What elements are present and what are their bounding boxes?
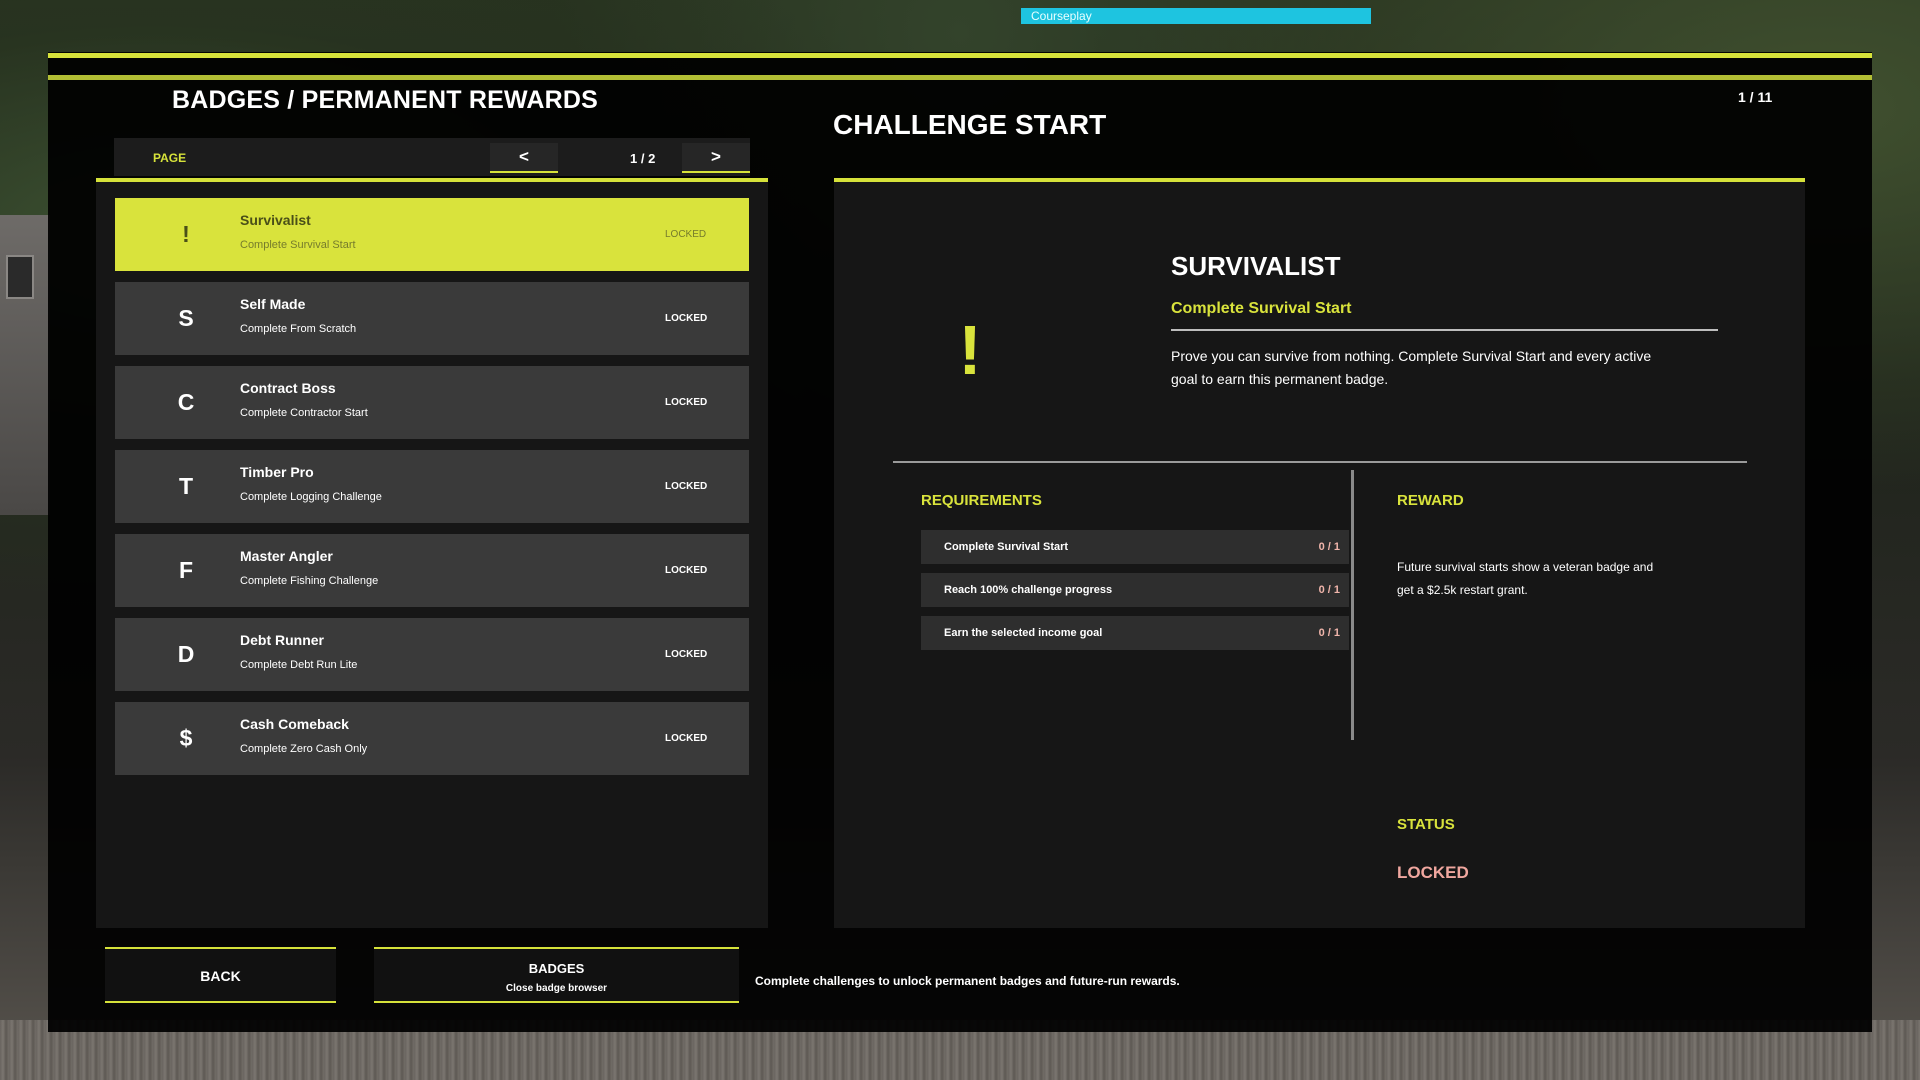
- badge-subtitle: Complete Fishing Challenge: [240, 575, 379, 587]
- badge-name: Contract Boss: [240, 380, 336, 396]
- badge-subtitle: Complete Logging Challenge: [240, 491, 382, 503]
- badge-state: LOCKED: [665, 649, 708, 660]
- detail-subtitle: Complete Survival Start: [1171, 300, 1352, 317]
- badge-name: Self Made: [240, 296, 306, 312]
- back-button-label: BACK: [200, 968, 241, 984]
- page-counter: 1 / 11: [1738, 89, 1773, 105]
- column-divider: [1351, 470, 1354, 740]
- badge-letter-icon: C: [177, 389, 195, 415]
- footer-hint: Complete challenges to unlock permanent …: [755, 974, 1180, 988]
- badge-letter-icon: D: [177, 641, 195, 667]
- badges-button[interactable]: BADGES Close badge browser: [374, 947, 739, 1003]
- badge-letter-icon: !: [182, 221, 190, 247]
- badge-name: Cash Comeback: [240, 716, 349, 732]
- badge-name: Timber Pro: [240, 464, 314, 480]
- badge-subtitle: Complete Debt Run Lite: [240, 659, 358, 671]
- badge-state: LOCKED: [665, 229, 707, 240]
- next-page-button[interactable]: >: [682, 143, 750, 173]
- previous-page-button[interactable]: <: [490, 143, 558, 173]
- badge-state: LOCKED: [665, 313, 708, 324]
- badge-item-survivalist[interactable]: ! Survivalist Complete Survival Start LO…: [115, 198, 749, 271]
- requirement-row: Earn the selected income goal 0 / 1: [921, 616, 1349, 650]
- requirement-row: Complete Survival Start 0 / 1: [921, 530, 1349, 564]
- badge-state: LOCKED: [665, 481, 708, 492]
- pager-bar: PAGE < 1 / 2 >: [114, 138, 750, 176]
- badges-button-sublabel: Close badge browser: [505, 983, 608, 994]
- badge-subtitle: Complete From Scratch: [240, 323, 357, 335]
- badge-detail-accent-bar: [834, 178, 1805, 182]
- badge-item-master-angler[interactable]: F Master Angler Complete Fishing Challen…: [115, 534, 749, 607]
- badge-letter-icon: S: [178, 305, 194, 331]
- badge-state: LOCKED: [665, 397, 708, 408]
- badge-letter-icon: T: [178, 473, 194, 499]
- section-divider: [893, 461, 1747, 463]
- badge-subtitle: Complete Survival Start: [240, 239, 356, 251]
- top-accent-line-secondary: [48, 75, 1872, 80]
- challenge-title: CHALLENGE START: [833, 109, 1107, 140]
- reward-text: Future survival starts show a veteran ba…: [1397, 560, 1654, 597]
- requirement-progress: 0 / 1: [1318, 627, 1340, 639]
- badge-name: Debt Runner: [240, 632, 324, 648]
- requirement-progress: 0 / 1: [1318, 584, 1340, 596]
- badge-item-debt-runner[interactable]: D Debt Runner Complete Debt Run Lite LOC…: [115, 618, 749, 691]
- badge-item-cash-comeback[interactable]: $ Cash Comeback Complete Zero Cash Only …: [115, 702, 749, 775]
- screen-title: BADGES / PERMANENT REWARDS: [172, 86, 599, 114]
- requirement-progress: 0 / 1: [1318, 541, 1340, 553]
- detail-title: SURVIVALIST: [1171, 251, 1341, 281]
- pager-label: PAGE: [153, 151, 187, 165]
- requirement-row: Reach 100% challenge progress 0 / 1: [921, 573, 1349, 607]
- badge-letter-icon: $: [179, 725, 193, 751]
- exclamation-icon: !: [958, 311, 982, 389]
- requirement-text: Reach 100% challenge progress: [944, 584, 1113, 596]
- requirement-text: Earn the selected income goal: [944, 627, 1103, 639]
- top-accent-line: [48, 53, 1872, 58]
- badges-button-label: BADGES: [528, 961, 585, 976]
- badge-list-accent-bar: [96, 178, 768, 182]
- chevron-left-icon: <: [519, 147, 529, 166]
- badge-name: Master Angler: [240, 548, 333, 564]
- badge-item-self-made[interactable]: S Self Made Complete From Scratch LOCKED: [115, 282, 749, 355]
- back-button[interactable]: BACK: [105, 947, 336, 1003]
- detail-title-divider: [1171, 329, 1718, 331]
- badge-item-timber-pro[interactable]: T Timber Pro Complete Logging Challenge …: [115, 450, 749, 523]
- badge-subtitle: Complete Contractor Start: [240, 407, 368, 419]
- badge-state: LOCKED: [665, 733, 708, 744]
- background-house: [0, 215, 50, 515]
- chevron-right-icon: >: [711, 147, 721, 166]
- reward-heading: REWARD: [1397, 492, 1464, 509]
- status-value: LOCKED: [1397, 863, 1469, 882]
- badge-item-contract-boss[interactable]: C Contract Boss Complete Contractor Star…: [115, 366, 749, 439]
- requirement-text: Complete Survival Start: [944, 541, 1069, 553]
- badge-state: LOCKED: [665, 565, 708, 576]
- badge-name: Survivalist: [240, 212, 311, 228]
- pager-number: 1 / 2: [630, 151, 656, 166]
- detail-description: Prove you can survive from nothing. Comp…: [1171, 348, 1652, 387]
- requirements-heading: REQUIREMENTS: [921, 492, 1042, 509]
- badge-letter-icon: F: [178, 557, 194, 583]
- status-heading: STATUS: [1397, 816, 1455, 833]
- badge-subtitle: Complete Zero Cash Only: [240, 743, 368, 755]
- courseplay-hud-bar: Courseplay: [1021, 8, 1371, 24]
